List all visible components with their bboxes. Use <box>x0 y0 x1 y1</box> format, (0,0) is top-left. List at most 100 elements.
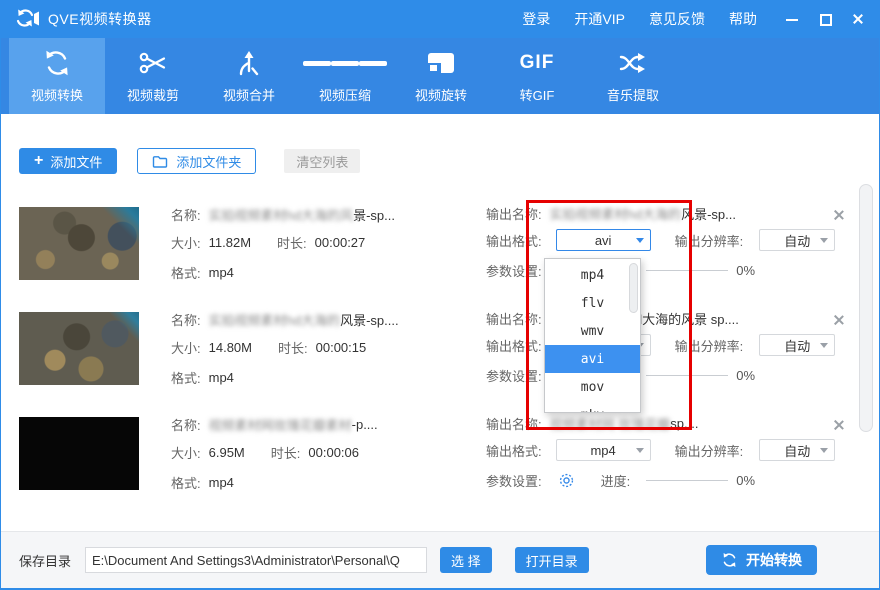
dropdown-option-mp4[interactable]: mp4 <box>545 261 640 289</box>
dropdown-option-mkv[interactable]: mkv <box>545 401 640 413</box>
tab-label: 视频转换 <box>31 85 83 104</box>
tab-audio-extract[interactable]: 音乐提取 <box>585 38 681 114</box>
out-name: 风景-sp... <box>681 204 736 223</box>
tab-video-merge[interactable]: 视频合并 <box>201 38 297 114</box>
dropdown-option-avi[interactable]: avi <box>545 345 640 373</box>
tab-label: 视频旋转 <box>415 85 467 104</box>
plus-icon: + <box>34 153 43 169</box>
format-label: 格式: <box>171 368 201 387</box>
remove-file-icon[interactable] <box>833 314 845 326</box>
out-format-value: avi <box>595 233 612 248</box>
out-resolution-select[interactable]: 自动 <box>759 439 835 461</box>
open-dir-button[interactable]: 打开目录 <box>515 547 589 573</box>
app-title: QVE视频转换器 <box>48 9 152 29</box>
out-name: sp.... <box>670 416 698 431</box>
toolbar: 视频转换 视频裁剪 视频合并 <box>1 38 879 114</box>
format-label: 格式: <box>171 263 201 282</box>
dropdown-scrollbar[interactable] <box>629 263 638 313</box>
file-size: 6.95M <box>209 445 245 460</box>
video-thumbnail <box>19 312 139 385</box>
tab-label: 转GIF <box>520 85 555 104</box>
progress-percent: 0% <box>736 263 755 278</box>
file-name: 风景-sp.... <box>340 310 399 329</box>
tab-video-convert[interactable]: 视频转换 <box>9 38 105 114</box>
app-window: QVE视频转换器 登录 开通VIP 意见反馈 帮助 视频转换 <box>0 0 880 590</box>
out-format-label: 输出格式: <box>486 336 542 355</box>
duration-label: 时长: <box>278 338 308 357</box>
out-format-label: 输出格式: <box>486 231 542 250</box>
name-label: 名称: <box>171 310 201 329</box>
help-link[interactable]: 帮助 <box>729 9 757 29</box>
out-format-select[interactable]: avi <box>556 229 651 251</box>
format-label: 格式: <box>171 473 201 492</box>
close-window-icon[interactable] <box>851 12 865 26</box>
sync-icon <box>42 48 72 78</box>
tab-label: 视频压缩 <box>319 85 371 104</box>
out-resolution-select[interactable]: 自动 <box>759 334 835 356</box>
file-row-2: 名称: 实拍视频素材hd大海的 风景-sp.... 大小: 14.80M 时长:… <box>1 300 879 405</box>
file-name-censored: 视频素材网玫瑰花瓣素材 <box>209 415 352 434</box>
file-duration: 00:00:27 <box>315 235 366 250</box>
choose-dir-button[interactable]: 选 择 <box>440 547 492 573</box>
dropdown-option-flv[interactable]: flv <box>545 289 640 317</box>
remove-file-icon[interactable] <box>833 209 845 221</box>
format-dropdown-list: mp4 flv wmv avi mov mkv <box>544 258 641 413</box>
save-dir-input[interactable] <box>85 547 427 573</box>
progress-label: 进度: <box>601 471 631 490</box>
file-name: -p.... <box>352 417 378 432</box>
remove-file-icon[interactable] <box>833 419 845 431</box>
out-name-censored: 视频素材网 玫瑰花瓣 <box>550 414 671 433</box>
clear-list-button[interactable]: 清空列表 <box>284 149 360 173</box>
window-controls <box>785 12 865 26</box>
out-name-label: 输出名称: <box>486 309 542 328</box>
progress-bar <box>646 270 728 271</box>
tab-video-compress[interactable]: 视频压缩 <box>297 38 393 114</box>
chevron-down-icon <box>820 343 828 348</box>
out-resolution-value: 自动 <box>784 231 810 250</box>
out-resolution-value: 自动 <box>784 441 810 460</box>
gif-icon: GIF <box>520 48 555 78</box>
file-name-censored: 实拍视频素材hd大海的风 <box>209 205 353 224</box>
params-label: 参数设置: <box>486 366 542 385</box>
out-name-censored: 实拍视频素材hd大海的 <box>550 204 681 223</box>
compress-icon <box>303 48 387 78</box>
scissors-icon <box>138 48 168 78</box>
progress-bar <box>646 480 728 481</box>
tab-to-gif[interactable]: GIF 转GIF <box>489 38 585 114</box>
add-files-button[interactable]: + 添加文件 <box>19 148 117 174</box>
add-folder-button[interactable]: 添加文件夹 <box>137 148 256 174</box>
add-folder-label: 添加文件夹 <box>176 152 241 171</box>
tab-video-trim[interactable]: 视频裁剪 <box>105 38 201 114</box>
out-resolution-select[interactable]: 自动 <box>759 229 835 251</box>
file-duration: 00:00:06 <box>308 445 359 460</box>
params-label: 参数设置: <box>486 261 542 280</box>
name-label: 名称: <box>171 205 201 224</box>
out-format-select[interactable]: mp4 <box>556 439 651 461</box>
vip-link[interactable]: 开通VIP <box>574 9 625 29</box>
save-dir-label: 保存目录 <box>19 551 71 570</box>
scrollbar-thumb[interactable] <box>859 184 873 432</box>
feedback-link[interactable]: 意见反馈 <box>649 9 705 29</box>
start-convert-button[interactable]: 开始转换 <box>706 545 817 575</box>
tab-video-rotate[interactable]: 视频旋转 <box>393 38 489 114</box>
dropdown-option-wmv[interactable]: wmv <box>545 317 640 345</box>
out-name: hd大海的风景 sp.... <box>628 309 739 328</box>
tab-label: 视频合并 <box>223 85 275 104</box>
minimize-icon[interactable] <box>785 12 799 26</box>
actions-row: + 添加文件 添加文件夹 清空列表 <box>1 114 879 174</box>
out-resolution-label: 输出分辨率: <box>675 441 744 460</box>
file-name: 景-sp... <box>353 205 395 224</box>
gear-icon[interactable] <box>558 472 575 489</box>
login-link[interactable]: 登录 <box>522 9 550 29</box>
sync-icon <box>721 552 738 568</box>
progress-percent: 0% <box>736 368 755 383</box>
chevron-down-icon <box>820 448 828 453</box>
app-logo-icon <box>15 8 39 30</box>
dropdown-option-mov[interactable]: mov <box>545 373 640 401</box>
duration-label: 时长: <box>271 443 301 462</box>
file-format: mp4 <box>209 475 234 490</box>
maximize-icon[interactable] <box>818 12 832 26</box>
chevron-down-icon <box>820 238 828 243</box>
video-thumbnail <box>19 207 139 280</box>
file-name-censored: 实拍视频素材hd大海的 <box>209 310 340 329</box>
